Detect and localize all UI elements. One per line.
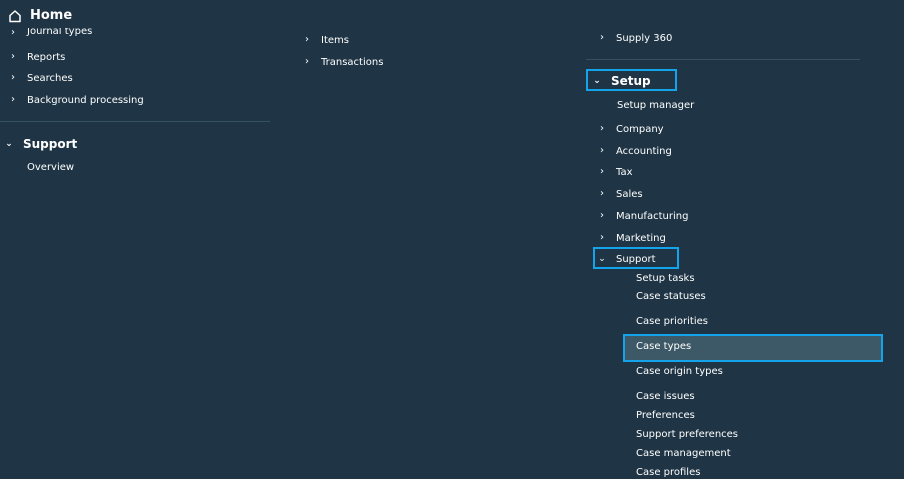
menu-item-overview[interactable]: Overview — [27, 160, 74, 174]
menu-item-supply-360[interactable]: › Supply 360 — [597, 31, 672, 45]
chevron-right-icon: › — [600, 123, 604, 134]
home-link[interactable]: Home — [8, 8, 72, 23]
menu-item-journal-types[interactable]: › Journal types — [8, 28, 92, 38]
menu-item-searches[interactable]: › Searches — [8, 71, 73, 85]
menu-item-case-profiles[interactable]: Case profiles — [636, 465, 700, 479]
menu-item-case-origin-types[interactable]: Case origin types — [636, 364, 723, 378]
chevron-right-icon: › — [305, 34, 309, 45]
menu-item-case-statuses[interactable]: Case statuses — [636, 289, 706, 303]
menu-item-case-types[interactable]: Case types — [636, 339, 691, 353]
menu-item-manufacturing[interactable]: › Manufacturing — [597, 209, 688, 223]
menu-item-sales[interactable]: › Sales — [597, 187, 643, 201]
menu-item-support[interactable]: ⌄ Support — [597, 252, 655, 266]
home-icon — [9, 9, 21, 22]
chevron-right-icon: › — [11, 94, 15, 105]
menu-item-marketing[interactable]: › Marketing — [597, 231, 666, 245]
chevron-right-icon: › — [600, 166, 604, 177]
menu-item-case-issues[interactable]: Case issues — [636, 389, 695, 403]
chevron-right-icon: › — [11, 51, 15, 62]
navigation-menu-page: Home › Journal types › Reports › Searche… — [0, 0, 904, 479]
chevron-right-icon: › — [600, 145, 604, 156]
chevron-right-icon: › — [11, 72, 15, 83]
menu-item-reports[interactable]: › Reports — [8, 50, 65, 64]
chevron-right-icon: › — [600, 32, 604, 43]
chevron-right-icon: › — [305, 56, 309, 67]
menu-item-setup-manager[interactable]: Setup manager — [617, 98, 694, 112]
menu-item-preferences[interactable]: Preferences — [636, 408, 695, 422]
chevron-down-icon: ⌄ — [598, 254, 606, 264]
menu-item-background-processing[interactable]: › Background processing — [8, 93, 144, 107]
section-setup[interactable]: ⌄ Setup — [592, 73, 650, 89]
chevron-down-icon: ⌄ — [593, 76, 601, 86]
section-divider — [0, 121, 270, 122]
menu-item-items[interactable]: › Items — [302, 33, 349, 47]
chevron-right-icon: › — [600, 210, 604, 221]
chevron-right-icon: › — [11, 28, 15, 38]
menu-item-accounting[interactable]: › Accounting — [597, 144, 672, 158]
menu-item-case-management[interactable]: Case management — [636, 446, 731, 460]
menu-item-company[interactable]: › Company — [597, 122, 664, 136]
chevron-right-icon: › — [600, 188, 604, 199]
chevron-down-icon: ⌄ — [5, 139, 13, 149]
menu-item-tax[interactable]: › Tax — [597, 165, 633, 179]
home-title: Home — [30, 8, 73, 23]
menu-item-transactions[interactable]: › Transactions — [302, 55, 383, 69]
menu-item-case-priorities[interactable]: Case priorities — [636, 314, 708, 328]
menu-item-setup-tasks[interactable]: Setup tasks — [636, 271, 695, 285]
section-support[interactable]: ⌄ Support — [4, 136, 77, 152]
chevron-right-icon: › — [600, 232, 604, 243]
section-divider — [586, 59, 860, 60]
menu-item-support-preferences[interactable]: Support preferences — [636, 427, 738, 441]
